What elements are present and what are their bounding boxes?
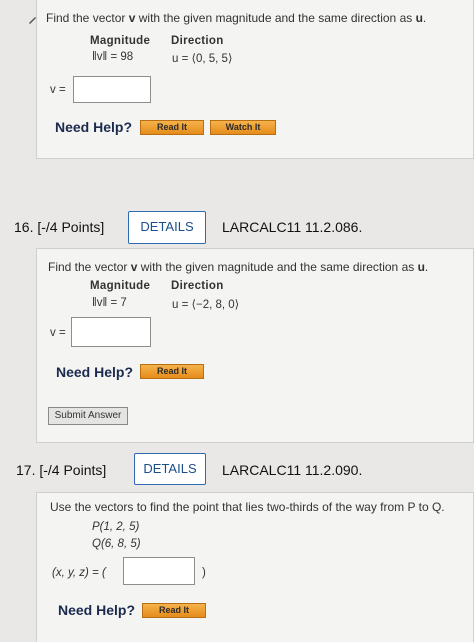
read-it-button[interactable]: Read It [140, 120, 204, 135]
answer-close-paren: ) [202, 567, 206, 579]
point-q: Q(6, 8, 5) [92, 538, 141, 550]
question-17-prompt: Use the vectors to find the point that l… [50, 500, 445, 514]
question-16-code: LARCALC11 11.2.086. [222, 219, 363, 235]
question-17-number: 17. [-/4 Points] [16, 462, 107, 478]
direction-value: u = ⟨−2, 8, 0⟩ [172, 299, 240, 311]
question-17-code: LARCALC11 11.2.090. [222, 462, 363, 478]
need-help-label: Need Help? [58, 602, 136, 618]
point-answer-input[interactable] [123, 557, 195, 585]
answer-label: v = [50, 327, 66, 339]
pencil-icon [28, 12, 38, 24]
magnitude-header: Magnitude [90, 280, 151, 292]
read-it-button[interactable]: Read It [142, 603, 206, 618]
need-help-label: Need Help? [55, 119, 133, 135]
direction-header: Direction [171, 280, 224, 292]
answer-label: (x, y, z) = ( [52, 567, 106, 579]
watch-it-button[interactable]: Watch It [210, 120, 276, 135]
magnitude-value: ‖v‖ = 7 [92, 297, 127, 309]
question-15-prompt: Find the vector v with the given magnitu… [46, 11, 427, 25]
answer-label: v = [50, 84, 66, 96]
need-help-label: Need Help? [56, 364, 134, 380]
direction-value: u = ⟨0, 5, 5⟩ [172, 53, 233, 65]
details-button[interactable]: DETAILS [128, 211, 206, 244]
read-it-button[interactable]: Read It [140, 364, 204, 379]
submit-answer-button[interactable]: Submit Answer [48, 407, 128, 425]
magnitude-value: ‖v‖ = 98 [92, 51, 134, 63]
vector-answer-input[interactable] [71, 317, 151, 347]
vector-answer-input[interactable] [73, 76, 151, 103]
point-p: P(1, 2, 5) [92, 521, 140, 533]
magnitude-header: Magnitude [90, 35, 151, 47]
question-16-number: 16. [-/4 Points] [14, 219, 105, 235]
details-button[interactable]: DETAILS [134, 453, 206, 485]
question-16-prompt: Find the vector v with the given magnitu… [48, 260, 429, 274]
direction-header: Direction [171, 35, 224, 47]
